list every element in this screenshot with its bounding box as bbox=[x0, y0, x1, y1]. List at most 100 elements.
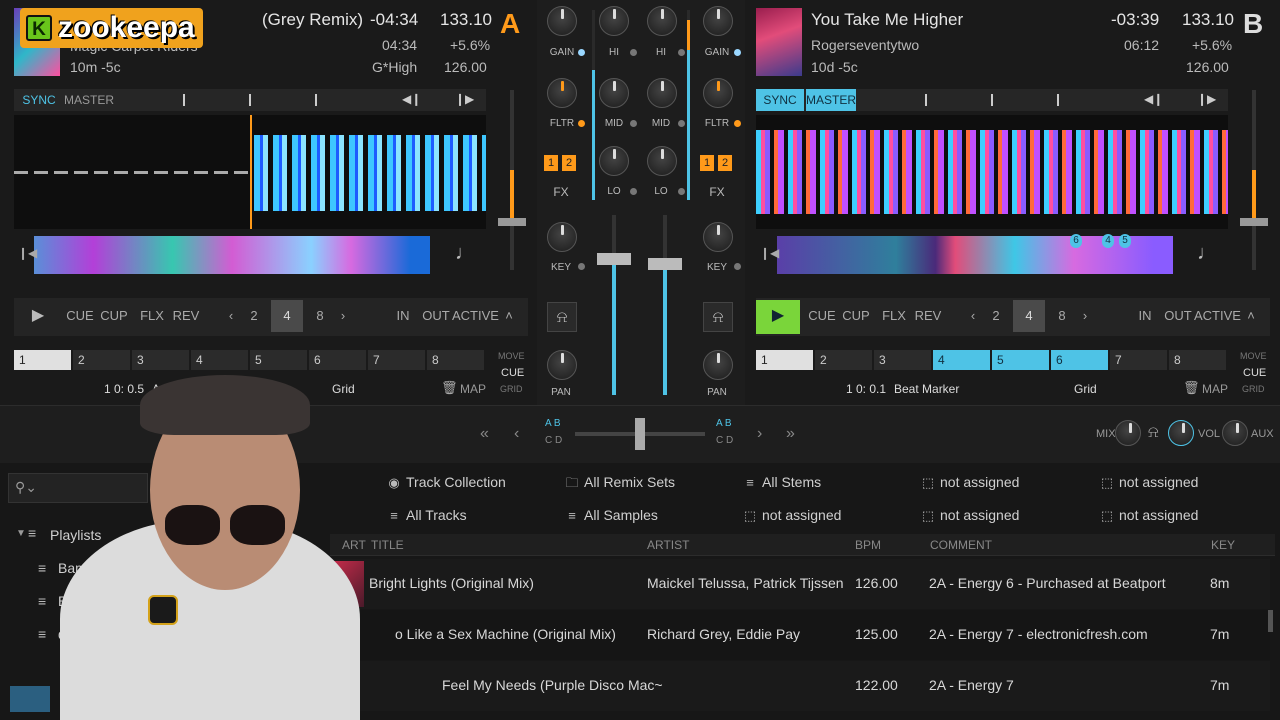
deck-a-trash-icon[interactable]: 🗑 bbox=[441, 380, 458, 396]
deck-b-loop-2[interactable]: 2 bbox=[980, 300, 1012, 332]
eq-hi-b-knob[interactable] bbox=[647, 6, 677, 36]
favorite-slot-9[interactable]: ⬚ not assigned bbox=[920, 505, 1020, 525]
xfader-assign-left-2[interactable]: C D bbox=[545, 435, 562, 446]
deck-a-map[interactable]: MAP bbox=[460, 382, 486, 396]
eq-hi-a-knob[interactable] bbox=[599, 6, 629, 36]
col-header-artist[interactable]: ARTIST bbox=[647, 537, 689, 553]
deck-a-hotcue-5[interactable]: 5 bbox=[250, 350, 307, 370]
favorite-all-samples[interactable]: ≡ All Samples bbox=[564, 505, 658, 525]
filter-a-knob[interactable] bbox=[547, 78, 577, 108]
deck-b-collapse-icon[interactable]: ˄ bbox=[1242, 300, 1260, 332]
deck-a-move-mode[interactable]: CUE bbox=[501, 367, 524, 379]
deck-a-beatjump-fwd-icon[interactable]: ❙▶ bbox=[455, 92, 474, 106]
deck-b-flx-button[interactable]: FLX bbox=[878, 300, 910, 332]
deck-b-map[interactable]: MAP bbox=[1202, 382, 1228, 396]
gain-b-knob[interactable] bbox=[703, 6, 733, 36]
deck-b-hotcue-1[interactable]: 1 bbox=[756, 350, 813, 370]
filter-a-dot[interactable] bbox=[578, 120, 585, 127]
deck-b-cup-button[interactable]: CUP bbox=[840, 300, 872, 332]
deck-a-tempo-fader[interactable] bbox=[498, 90, 526, 270]
mix-knob[interactable] bbox=[1115, 420, 1141, 446]
deck-a-active-button[interactable]: ACTIVE bbox=[452, 300, 499, 332]
deck-b-beatjump-fwd-icon[interactable]: ❙▶ bbox=[1197, 92, 1216, 106]
deck-a-hotcue-1[interactable]: 1 bbox=[14, 350, 71, 370]
xfader-assign-right[interactable]: A B bbox=[716, 418, 732, 429]
deck-a-rev-button[interactable]: REV bbox=[170, 300, 202, 332]
deck-b-grid-mode[interactable]: Beat Marker bbox=[894, 382, 959, 396]
pan-b-knob[interactable] bbox=[703, 350, 733, 380]
xfader-assign-right-2[interactable]: C D bbox=[716, 435, 733, 446]
key-a-knob[interactable] bbox=[547, 222, 577, 252]
filter-b-dot[interactable] bbox=[734, 120, 741, 127]
fx-b-button-1[interactable]: 1 bbox=[700, 155, 714, 171]
deck-b-cue-start-icon[interactable]: ❙◀ bbox=[760, 246, 779, 260]
fx-b-button-2[interactable]: 2 bbox=[718, 155, 732, 171]
deck-b-waveform[interactable] bbox=[756, 115, 1228, 229]
deck-a-cue-start-icon[interactable]: ❙◀ bbox=[18, 246, 37, 260]
table-row[interactable]: o Like a Sex Machine (Original Mix) Rich… bbox=[330, 610, 1270, 660]
fx-a-button-2[interactable]: 2 bbox=[562, 155, 576, 171]
eq-mid-a-knob[interactable] bbox=[599, 78, 629, 108]
vol-knob[interactable] bbox=[1168, 420, 1194, 446]
deck-b-marker-5[interactable]: 5 bbox=[1119, 234, 1131, 248]
gain-a-knob[interactable] bbox=[547, 6, 577, 36]
col-header-title[interactable]: TITLE bbox=[371, 537, 404, 553]
deck-b-hotcue-7[interactable]: 7 bbox=[1110, 350, 1167, 370]
tree-expand-icon[interactable]: ▼ bbox=[16, 528, 26, 539]
deck-a-cue-button[interactable]: CUE bbox=[64, 300, 96, 332]
xfader-assign-left[interactable]: A B bbox=[545, 418, 561, 429]
cue-b-headphones-icon[interactable]: ⍾ bbox=[703, 302, 733, 332]
deck-b-loop-prev-icon[interactable]: ‹ bbox=[966, 300, 980, 332]
col-header-bpm[interactable]: BPM bbox=[855, 537, 881, 553]
pan-a-knob[interactable] bbox=[547, 350, 577, 380]
deck-b-marker-4[interactable]: 4 bbox=[1102, 234, 1114, 248]
deck-a-master-button[interactable]: MASTER bbox=[64, 84, 114, 116]
deck-b-move-mode[interactable]: CUE bbox=[1243, 367, 1266, 379]
deck-b-beatjump-back-icon[interactable]: ◀❙ bbox=[1144, 92, 1163, 106]
deck-a-collapse-icon[interactable]: ˄ bbox=[500, 300, 518, 332]
deck-a-play-button[interactable]: ▶ bbox=[20, 300, 56, 332]
col-header-key[interactable]: KEY bbox=[1211, 537, 1235, 553]
deck-b-trash-icon[interactable]: 🗑 bbox=[1183, 380, 1200, 396]
fx-a-button-1[interactable]: 1 bbox=[544, 155, 558, 171]
favorite-all-stems[interactable]: ≡ All Stems bbox=[742, 472, 821, 492]
deck-a-waveform[interactable] bbox=[14, 115, 486, 229]
aux-knob[interactable] bbox=[1222, 420, 1248, 446]
deck-a-loop-8[interactable]: 8 bbox=[304, 300, 336, 332]
eq-mid-b-knob[interactable] bbox=[647, 78, 677, 108]
deck-b-in-button[interactable]: IN bbox=[1130, 300, 1160, 332]
favorite-track-collection[interactable]: ◉ Track Collection bbox=[386, 472, 506, 492]
deck-a-sync-button[interactable]: SYNC bbox=[18, 84, 60, 116]
deck-b-grid[interactable]: Grid bbox=[1074, 382, 1097, 396]
favorite-slot-5[interactable]: ⬚ not assigned bbox=[1099, 472, 1199, 492]
xfader-forward-icon[interactable]: » bbox=[786, 425, 795, 443]
deck-b-tempo-fader[interactable] bbox=[1240, 90, 1268, 270]
cue-a-headphones-icon[interactable]: ⍾ bbox=[547, 302, 577, 332]
deck-a-loop-2[interactable]: 2 bbox=[238, 300, 270, 332]
channel-fader-b[interactable] bbox=[648, 215, 682, 395]
list-scrollbar[interactable] bbox=[1268, 610, 1273, 632]
deck-b-master-button[interactable]: MASTER bbox=[806, 89, 856, 111]
deck-b-hotcue-6[interactable]: 6 bbox=[1051, 350, 1108, 370]
deck-a-hotcue-8[interactable]: 8 bbox=[427, 350, 484, 370]
deck-b-play-button[interactable]: ▶ bbox=[756, 300, 800, 334]
deck-b-loop-4[interactable]: 4 bbox=[1013, 300, 1045, 332]
deck-a-beatjump-back-icon[interactable]: ◀❙ bbox=[402, 92, 421, 106]
deck-a-loop-prev-icon[interactable]: ‹ bbox=[224, 300, 238, 332]
col-header-comment[interactable]: COMMENT bbox=[930, 537, 992, 553]
deck-b-hotcue-5[interactable]: 5 bbox=[992, 350, 1049, 370]
deck-b-sync-button[interactable]: SYNC bbox=[756, 89, 804, 111]
eq-lo-b-knob[interactable] bbox=[647, 146, 677, 176]
deck-a-out-button[interactable]: OUT bbox=[420, 300, 452, 332]
table-row[interactable]: Bright Lights (Original Mix) Maickel Tel… bbox=[330, 559, 1270, 609]
favorite-slot-8[interactable]: ⬚ not assigned bbox=[742, 505, 842, 525]
eq-lo-a-knob[interactable] bbox=[599, 146, 629, 176]
deck-b-rev-button[interactable]: REV bbox=[912, 300, 944, 332]
deck-b-hotcue-4[interactable]: 4 bbox=[933, 350, 990, 370]
master-headphones-icon[interactable]: ⍾ bbox=[1148, 424, 1159, 442]
xfader-rewind-icon[interactable]: « bbox=[480, 425, 489, 443]
deck-a-overview-waveform[interactable] bbox=[34, 236, 430, 274]
deck-b-hotcue-8[interactable]: 8 bbox=[1169, 350, 1226, 370]
deck-a-hotcue-4[interactable]: 4 bbox=[191, 350, 248, 370]
table-row[interactable]: Feel My Needs (Purple Disco Mac~ 122.00 … bbox=[330, 661, 1270, 711]
